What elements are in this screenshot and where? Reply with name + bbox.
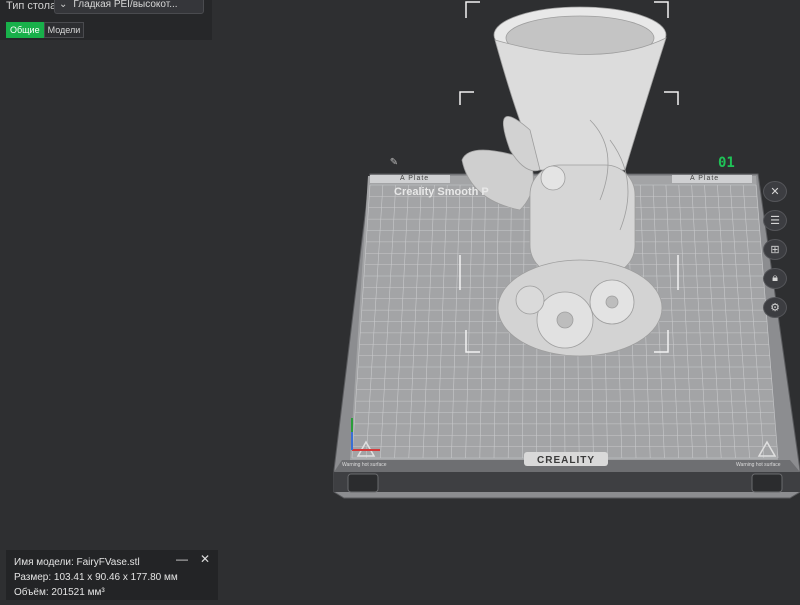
info-panel-controls: — ✕ [176, 552, 210, 566]
close-icon[interactable]: ✕ [763, 181, 787, 202]
plate-type-label: Тип стола [6, 0, 57, 12]
corner-label-left: A Plate [400, 175, 430, 182]
settings-tabs: Общие Модели [6, 22, 85, 38]
tab-models[interactable]: Модели [43, 22, 85, 38]
edit-plate-name-icon[interactable]: ✎ [386, 157, 402, 169]
plate-type-select[interactable]: ⌄ Гладкая PEI/высокот... [54, 0, 204, 14]
plate-tools: ✕ ☰ ⊞ 🔒︎ ⚙ [763, 181, 787, 318]
model-size: Размер: 103.41 x 90.46 x 177.80 мм [14, 572, 178, 583]
minimize-icon[interactable]: — [176, 552, 188, 566]
auto-arrange-icon[interactable]: ⊞ [763, 239, 787, 260]
tab-general[interactable]: Общие [6, 22, 44, 38]
model-info-panel: — ✕ Имя модели: FairyFVase.stl Размер: 1… [6, 550, 218, 600]
plate-settings-panel: Тип стола ⌄ Гладкая PEI/высокот... Общие… [0, 0, 212, 40]
build-plate-scene[interactable] [0, 0, 800, 600]
fingerprint-pad-left [347, 473, 379, 493]
close-icon[interactable]: ✕ [200, 552, 210, 566]
warning-text-left: Warning hot surface [342, 462, 387, 468]
warning-text-right: Warning hot surface [736, 462, 781, 468]
plate-type-value: Гладкая PEI/высокот... [73, 0, 178, 10]
model-volume: Объём: 201521 мм³ [14, 587, 105, 598]
bed-brand-logo: CREALITY [537, 455, 595, 466]
corner-label-right: A Plate [690, 175, 720, 182]
gear-icon[interactable]: ⚙ [763, 297, 787, 318]
fingerprint-pad-right [751, 473, 783, 493]
plate-name-label: Creality Smooth P [394, 186, 489, 198]
lock-icon[interactable]: 🔒︎ [763, 268, 787, 289]
3d-viewport[interactable]: 01 ✎ Creality Smooth P A Plate A Plate W… [0, 0, 800, 600]
list-icon[interactable]: ☰ [763, 210, 787, 231]
chevron-down-icon: ⌄ [59, 0, 68, 10]
plate-number[interactable]: 01 [718, 155, 735, 171]
